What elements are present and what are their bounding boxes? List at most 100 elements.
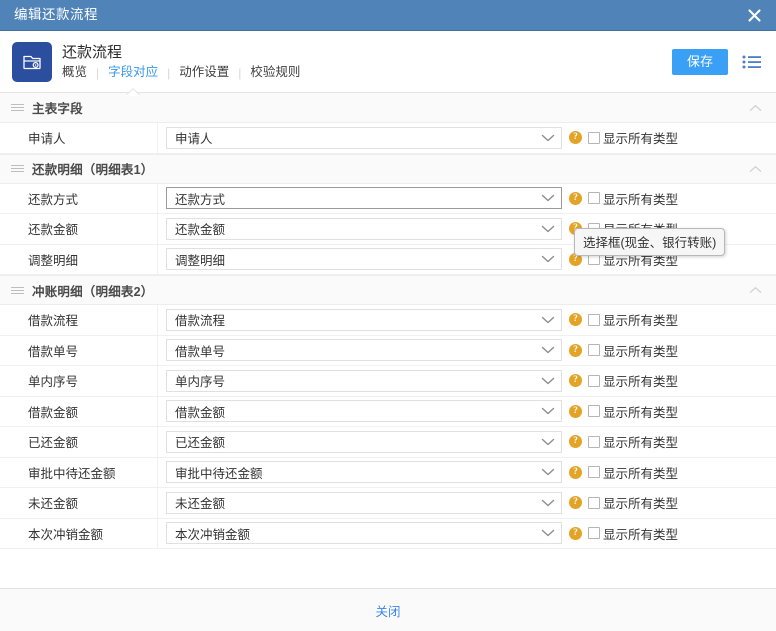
field-control: 调整明细? 显示所有类型 — [158, 245, 776, 275]
help-icon[interactable]: ? — [569, 526, 582, 540]
field-mapping-select[interactable]: 调整明细 — [166, 248, 562, 271]
help-icon[interactable]: ? — [569, 131, 582, 145]
checkbox-box[interactable] — [588, 313, 600, 326]
checkbox-box[interactable] — [588, 496, 600, 509]
checkbox-box[interactable] — [588, 131, 600, 144]
appbar-actions: 保存 — [671, 48, 762, 75]
field-mapping-select[interactable]: 申请人 — [166, 126, 562, 149]
help-icon[interactable]: ? — [569, 496, 582, 510]
section-title: 还款明细（明细表1） — [32, 163, 154, 177]
show-all-types-checkbox[interactable]: 显示所有类型 — [588, 128, 678, 147]
chevron-down-icon — [541, 194, 555, 202]
help-icon[interactable]: ? — [569, 374, 582, 388]
checkbox-label: 显示所有类型 — [603, 223, 679, 238]
checkbox-box[interactable] — [588, 222, 600, 235]
chevron-up-icon[interactable] — [749, 286, 762, 294]
tab-overview[interactable]: 概览 — [62, 66, 96, 79]
checkbox-label: 显示所有类型 — [603, 314, 679, 329]
field-mapping-select[interactable]: 借款单号 — [166, 339, 562, 362]
field-mapping-select[interactable]: 本次冲销金额 — [166, 522, 562, 545]
field-label: 未还金额 — [0, 488, 158, 518]
show-all-types-checkbox[interactable]: 显示所有类型 — [588, 371, 678, 390]
section-header[interactable]: 还款明细（明细表1） — [0, 153, 776, 184]
dialog-titlebar: 编辑还款流程 — [0, 0, 776, 31]
help-icon[interactable]: ? — [569, 404, 582, 418]
tab-action-settings[interactable]: 动作设置 — [170, 66, 238, 79]
checkbox-label: 显示所有类型 — [603, 466, 679, 481]
tab-field-mapping[interactable]: 字段对应 — [99, 65, 167, 96]
checkbox-box[interactable] — [588, 435, 600, 448]
field-mapping-select[interactable]: 还款金额 — [166, 217, 562, 240]
field-label: 还款金额 — [0, 214, 158, 244]
field-mapping-select-value: 调整明细 — [175, 253, 226, 268]
checkbox-box[interactable] — [588, 253, 600, 266]
close-button[interactable] — [732, 0, 776, 31]
chevron-down-icon — [541, 438, 555, 446]
chevron-up-icon[interactable] — [749, 165, 762, 173]
checkbox-label: 显示所有类型 — [603, 375, 679, 390]
help-icon[interactable]: ? — [569, 343, 582, 357]
chevron-up-icon[interactable] — [749, 104, 762, 112]
help-icon[interactable]: ? — [569, 252, 582, 266]
field-mapping-select[interactable]: 借款流程 — [166, 308, 562, 331]
dialog-footer: 关闭 — [0, 588, 776, 631]
checkbox-box[interactable] — [588, 374, 600, 387]
app-header: 还款流程 概览 | 字段对应 | 动作设置 | 校验规则 保存 — [0, 31, 776, 96]
field-control: 借款金额? 显示所有类型 — [158, 397, 776, 427]
chevron-down-icon — [541, 529, 555, 537]
help-icon[interactable]: ? — [569, 191, 582, 205]
list-menu-icon — [742, 55, 761, 68]
field-mapping-select[interactable]: 还款方式 — [166, 187, 562, 210]
show-all-types-checkbox[interactable]: 显示所有类型 — [588, 219, 678, 238]
field-control: 未还金额? 显示所有类型 — [158, 488, 776, 518]
section-header[interactable]: 主表字段 — [0, 93, 776, 123]
show-all-types-checkbox[interactable]: 显示所有类型 — [588, 493, 678, 512]
field-row: 借款流程 借款流程? 显示所有类型 — [0, 305, 776, 336]
show-all-types-checkbox[interactable]: 显示所有类型 — [588, 432, 678, 451]
field-row: 已还金额 已还金额? 显示所有类型 — [0, 427, 776, 458]
field-control: 审批中待还金额? 显示所有类型 — [158, 458, 776, 488]
field-mapping-select[interactable]: 未还金额 — [166, 491, 562, 514]
section-header[interactable]: 冲账明细（明细表2） — [0, 275, 776, 305]
show-all-types-checkbox[interactable]: 显示所有类型 — [588, 189, 678, 208]
field-mapping-select[interactable]: 借款金额 — [166, 400, 562, 423]
field-mapping-select[interactable]: 单内序号 — [166, 369, 562, 392]
checkbox-box[interactable] — [588, 192, 600, 205]
field-control: 还款方式? 显示所有类型 — [158, 184, 776, 214]
tab-field-mapping-label: 字段对应 — [108, 65, 159, 80]
save-button[interactable]: 保存 — [671, 48, 728, 75]
field-mapping-select-value: 还款方式 — [175, 192, 226, 207]
chevron-down-icon — [541, 316, 555, 324]
checkbox-box[interactable] — [588, 405, 600, 418]
field-row: 还款方式 还款方式? 显示所有类型 — [0, 183, 776, 214]
help-icon[interactable]: ? — [569, 222, 582, 236]
show-all-types-checkbox[interactable]: 显示所有类型 — [588, 310, 678, 329]
field-label: 借款单号 — [0, 335, 158, 365]
field-row: 借款单号 借款单号? 显示所有类型 — [0, 335, 776, 366]
help-icon[interactable]: ? — [569, 313, 582, 327]
show-all-types-checkbox[interactable]: 显示所有类型 — [588, 250, 678, 269]
show-all-types-checkbox[interactable]: 显示所有类型 — [588, 524, 678, 543]
chevron-down-icon — [541, 225, 555, 233]
field-mapping-select[interactable]: 已还金额 — [166, 430, 562, 453]
checkbox-box[interactable] — [588, 527, 600, 540]
edit-repayment-flow-dialog: 编辑还款流程 还款流程 概览 | 字段对应 | 动作设置 | 校验规则 保存 主… — [0, 0, 776, 631]
tab-validation-rules[interactable]: 校验规则 — [241, 66, 309, 79]
field-label: 申请人 — [0, 123, 158, 153]
close-link[interactable]: 关闭 — [375, 601, 400, 620]
field-mapping-select[interactable]: 审批中待还金额 — [166, 461, 562, 484]
drag-grip-icon — [11, 104, 24, 111]
help-icon[interactable]: ? — [569, 435, 582, 449]
checkbox-label: 显示所有类型 — [603, 192, 679, 207]
app-icon — [12, 41, 52, 82]
field-label: 还款方式 — [0, 183, 158, 213]
show-all-types-checkbox[interactable]: 显示所有类型 — [588, 341, 678, 360]
checkbox-box[interactable] — [588, 466, 600, 479]
show-all-types-checkbox[interactable]: 显示所有类型 — [588, 402, 678, 421]
field-control: 已还金额? 显示所有类型 — [158, 427, 776, 457]
show-all-types-checkbox[interactable]: 显示所有类型 — [588, 463, 678, 482]
list-menu-button[interactable] — [742, 54, 762, 70]
help-icon[interactable]: ? — [569, 465, 582, 479]
checkbox-box[interactable] — [588, 344, 600, 357]
chevron-down-icon — [541, 407, 555, 415]
